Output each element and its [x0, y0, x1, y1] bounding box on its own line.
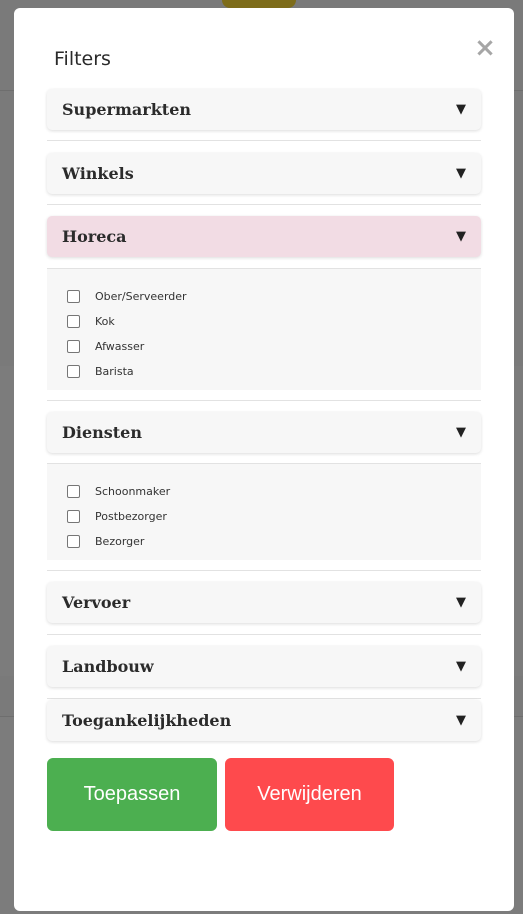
accordion-label: Landbouw [62, 657, 154, 676]
background-badge [222, 0, 296, 8]
accordion-header[interactable]: Diensten ▼ [47, 412, 481, 453]
filters-modal: Filters × Supermarkten ▼ Winkels ▼ Horec… [14, 8, 514, 911]
accordion-landbouw[interactable]: Landbouw ▼ [47, 646, 481, 687]
checkbox[interactable] [67, 315, 80, 328]
accordion-label: Winkels [62, 164, 134, 183]
chevron-down-icon: ▼ [456, 166, 466, 181]
option-postbezorger[interactable]: Postbezorger [47, 504, 481, 529]
accordion-diensten[interactable]: Diensten ▼ [47, 412, 481, 453]
accordion-label: Vervoer [62, 593, 131, 612]
option-bezorger[interactable]: Bezorger [47, 529, 481, 554]
section-divider [47, 634, 481, 635]
option-label: Barista [95, 365, 134, 378]
accordion-header[interactable]: Toegankelijkheden ▼ [47, 700, 481, 741]
option-label: Postbezorger [95, 510, 167, 523]
accordion-winkels[interactable]: Winkels ▼ [47, 153, 481, 194]
checkbox[interactable] [67, 340, 80, 353]
chevron-down-icon: ▼ [456, 595, 466, 610]
accordion-panel-horeca: Ober/Serveerder Kok Afwasser Barista [47, 269, 481, 390]
accordion-header[interactable]: Vervoer ▼ [47, 582, 481, 623]
accordion-vervoer[interactable]: Vervoer ▼ [47, 582, 481, 623]
option-ober-serveerder[interactable]: Ober/Serveerder [47, 284, 481, 309]
section-divider [47, 570, 481, 571]
section-divider [47, 204, 481, 205]
chevron-down-icon: ▼ [456, 659, 466, 674]
accordion-header[interactable]: Supermarkten ▼ [47, 89, 481, 130]
accordion-header[interactable]: Landbouw ▼ [47, 646, 481, 687]
accordion-label: Horeca [62, 227, 127, 246]
option-label: Bezorger [95, 535, 145, 548]
section-divider [47, 140, 481, 141]
option-barista[interactable]: Barista [47, 359, 481, 384]
accordion-horeca[interactable]: Horeca ▼ [47, 216, 481, 257]
checkbox[interactable] [67, 365, 80, 378]
chevron-down-icon: ▼ [456, 713, 466, 728]
accordion-toegankelijkheden[interactable]: Toegankelijkheden ▼ [47, 700, 481, 741]
chevron-down-icon: ▼ [456, 425, 466, 440]
option-label: Kok [95, 315, 115, 328]
option-label: Schoonmaker [95, 485, 171, 498]
option-label: Afwasser [95, 340, 145, 353]
accordion-header[interactable]: Winkels ▼ [47, 153, 481, 194]
accordion-label: Supermarkten [62, 100, 191, 119]
checkbox[interactable] [67, 535, 80, 548]
section-divider [47, 400, 481, 401]
accordion-panel-diensten: Schoonmaker Postbezorger Bezorger [47, 464, 481, 560]
option-label: Ober/Serveerder [95, 290, 187, 303]
checkbox[interactable] [67, 290, 80, 303]
chevron-down-icon: ▼ [456, 229, 466, 244]
accordion-supermarkten[interactable]: Supermarkten ▼ [47, 89, 481, 130]
accordion-header[interactable]: Horeca ▼ [47, 216, 481, 257]
modal-title: Filters [54, 48, 111, 70]
close-icon[interactable]: × [473, 35, 497, 61]
checkbox[interactable] [67, 510, 80, 523]
accordion-label: Toegankelijkheden [62, 711, 232, 730]
option-kok[interactable]: Kok [47, 309, 481, 334]
option-schoonmaker[interactable]: Schoonmaker [47, 479, 481, 504]
accordion-label: Diensten [62, 423, 142, 442]
checkbox[interactable] [67, 485, 80, 498]
option-afwasser[interactable]: Afwasser [47, 334, 481, 359]
apply-button[interactable]: Toepassen [47, 758, 217, 831]
chevron-down-icon: ▼ [456, 102, 466, 117]
remove-button[interactable]: Verwijderen [225, 758, 394, 831]
section-divider [47, 698, 481, 699]
